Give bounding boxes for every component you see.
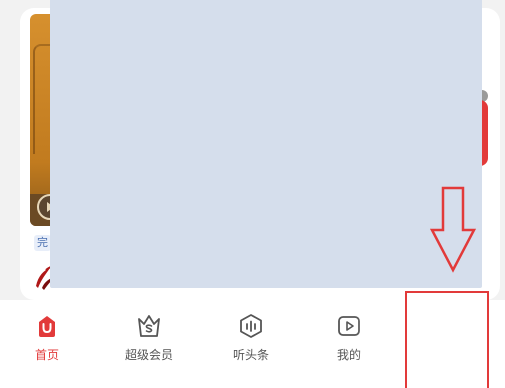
- placeholder-overlay: [50, 0, 482, 288]
- crown-s-icon: [138, 315, 160, 337]
- down-arrow-icon: [429, 186, 477, 273]
- nav-label-listen-headline: 听头条: [232, 348, 269, 362]
- nav-item-listen-headline[interactable]: 听头条: [216, 312, 286, 372]
- app-screen: 完 首页 超级会员 听头条 我的: [0, 0, 505, 388]
- cover-illustration: [33, 44, 51, 154]
- nav-item-home[interactable]: 首页: [12, 312, 82, 372]
- nav-item-super-member[interactable]: 超级会员: [114, 312, 184, 372]
- sound-wave-icon: [240, 314, 262, 338]
- highlight-box: [405, 291, 489, 388]
- nav-label-home: 首页: [34, 348, 59, 362]
- status-tag: 完: [34, 235, 51, 251]
- nav-label-super-member: 超级会员: [124, 348, 173, 362]
- home-icon: [39, 316, 55, 337]
